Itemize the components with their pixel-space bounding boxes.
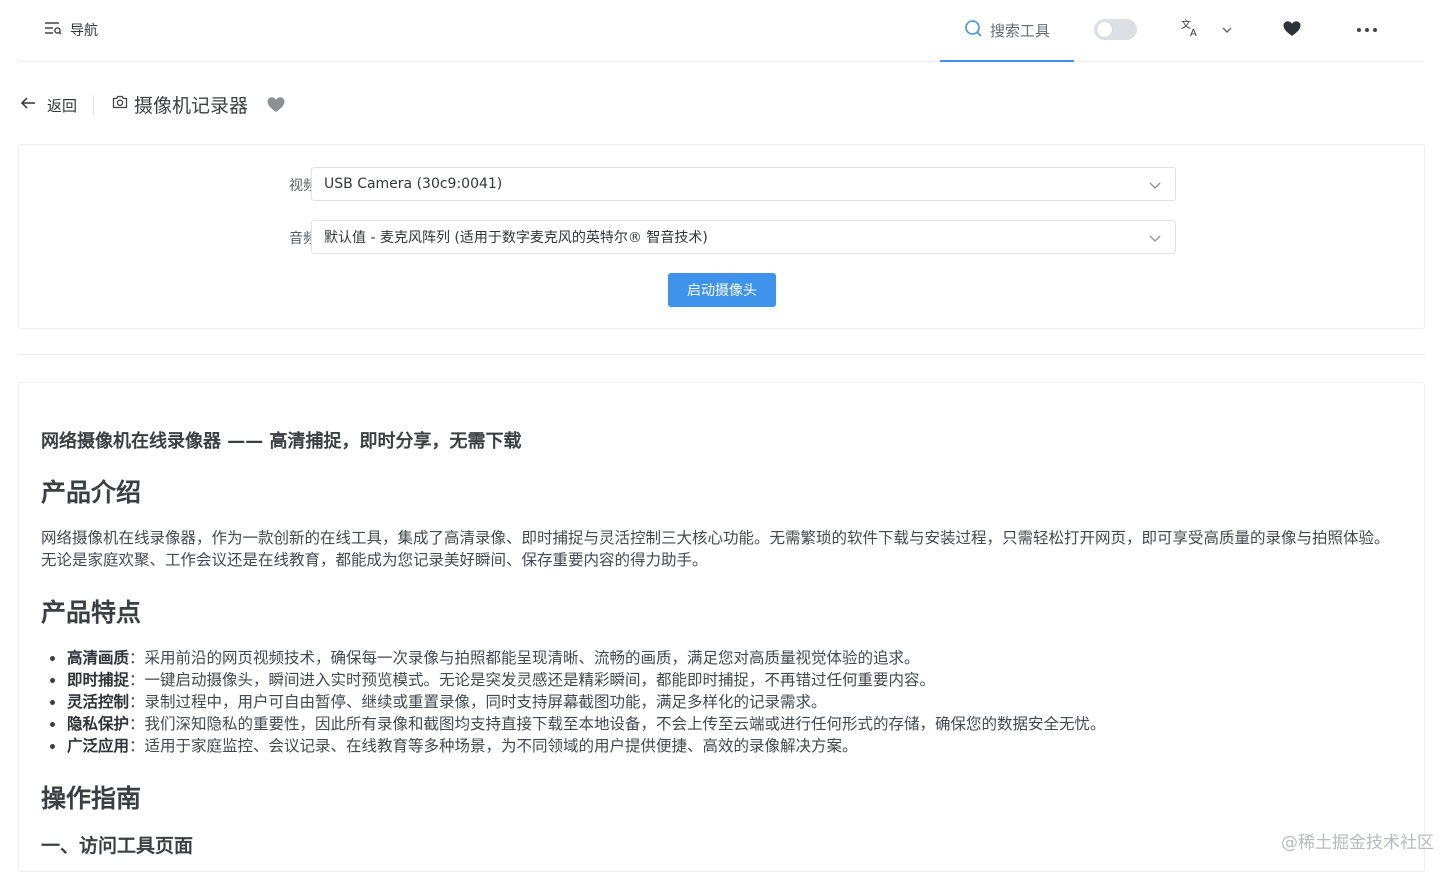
search-tool-tab[interactable]: 搜索工具 xyxy=(940,0,1074,62)
description-article: 网络摄像机在线录像器 —— 高清捕捉，即时分享，无需下载 产品介绍 网络摄像机在… xyxy=(18,382,1425,872)
svg-text:A: A xyxy=(1190,28,1197,38)
list-item: 高清画质：采用前沿的网页视频技术，确保每一次录像与拍照都能呈现清晰、流畅的画质，… xyxy=(50,647,1106,669)
list-item: 广泛应用：适用于家庭监控、会议记录、在线教育等多种场景，为不同领域的用户提供便捷… xyxy=(50,735,1106,757)
list-item: 即时捕捉：一键启动摄像头，瞬间进入实时预览模式。无论是突发灵感还是精彩瞬间，都能… xyxy=(50,669,1106,691)
chevron-down-icon xyxy=(1221,21,1233,40)
audio-label: 音频 xyxy=(289,231,317,247)
feature-list: 高清画质：采用前沿的网页视频技术，确保每一次录像与拍照都能呈现清晰、流畅的画质，… xyxy=(50,647,1106,757)
favorites-heart-icon[interactable] xyxy=(1282,19,1304,41)
chevron-down-icon xyxy=(1148,178,1162,192)
list-item: 隐私保护：我们深知隐私的重要性，因此所有录像和截图均支持直接下载至本地设备，不会… xyxy=(50,715,1106,733)
back-button[interactable]: 返回 xyxy=(20,94,77,116)
search-icon xyxy=(964,19,983,42)
title-divider xyxy=(93,95,94,115)
chevron-down-icon xyxy=(1148,231,1162,245)
arrow-left-icon xyxy=(20,96,36,114)
audio-device-select[interactable]: 默认值 - 麦克风阵列 (适用于数字麦克风的英特尔® 智音技术) xyxy=(311,220,1176,254)
tool-title: 摄像机记录器 xyxy=(112,91,248,117)
theme-toggle[interactable] xyxy=(1094,19,1137,40)
nav-menu-button[interactable]: 导航 xyxy=(44,19,98,41)
step1-heading: 一、访问工具页面 xyxy=(41,835,194,857)
search-tool-label: 搜索工具 xyxy=(989,21,1050,40)
guide-heading: 操作指南 xyxy=(41,784,142,813)
audio-select-value: 默认值 - 麦克风阵列 (适用于数字麦克风的英特尔® 智音技术) xyxy=(324,230,708,246)
toggle-knob xyxy=(1097,22,1112,37)
intro-paragraph: 网络摄像机在线录像器，作为一款创新的在线工具，集成了高清录像、即时捕捉与灵活控制… xyxy=(41,529,1390,569)
features-heading: 产品特点 xyxy=(41,598,142,627)
video-label: 视频 xyxy=(289,178,317,194)
nav-label: 导航 xyxy=(70,23,98,39)
more-options-icon[interactable] xyxy=(1354,19,1380,41)
video-device-select[interactable]: USB Camera (30c9:0041) xyxy=(311,167,1176,201)
start-camera-button[interactable]: 启动摄像头 xyxy=(668,273,776,307)
watermark: @稀土掘金技术社区 xyxy=(1281,833,1434,853)
list-item: 灵活控制：录制过程中，用户可自由暂停、继续或重置录像，同时支持屏幕截图功能，满足… xyxy=(50,691,1106,713)
translate-icon: 文 A xyxy=(1181,18,1201,42)
section-divider xyxy=(18,354,1425,355)
page-title: 摄像机记录器 xyxy=(134,94,249,117)
language-selector[interactable]: 文 A xyxy=(1181,17,1243,43)
back-label: 返回 xyxy=(47,96,78,115)
favorite-toggle-heart-icon[interactable] xyxy=(266,95,286,115)
intro-heading: 产品介绍 xyxy=(41,478,142,507)
video-select-value: USB Camera (30c9:0041) xyxy=(324,176,503,192)
top-header: 导航 搜索工具 文 A xyxy=(18,0,1424,62)
menu-icon xyxy=(44,20,62,40)
camera-icon xyxy=(112,93,128,115)
article-subtitle: 网络摄像机在线录像器 —— 高清捕捉，即时分享，无需下载 xyxy=(41,431,522,452)
camera-settings-panel: 视频 USB Camera (30c9:0041) 音频 默认值 - 麦克风阵列… xyxy=(18,144,1425,329)
